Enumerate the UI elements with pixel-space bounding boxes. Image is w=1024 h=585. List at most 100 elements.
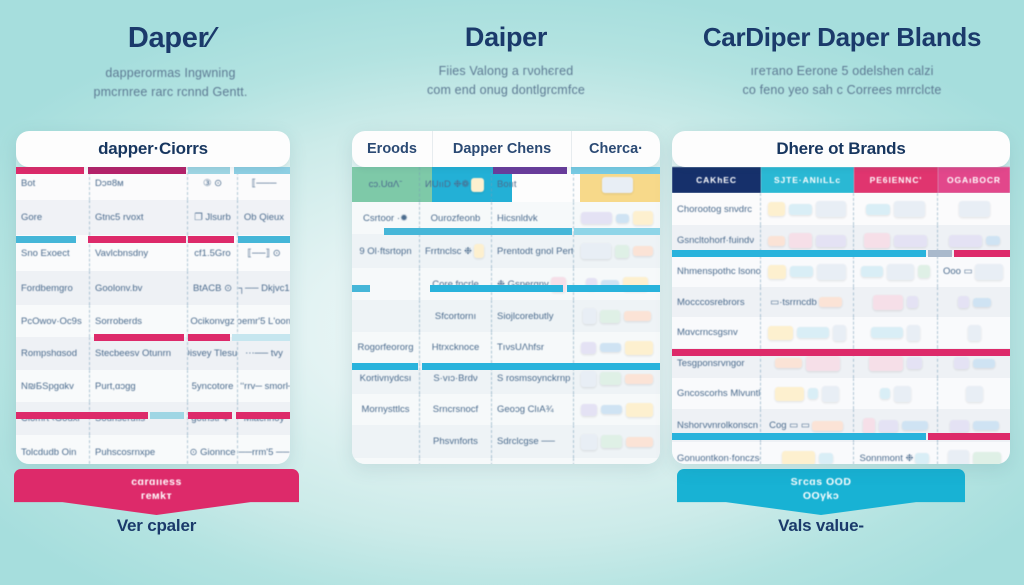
- cell-text: сɔ.UɑΛˉ: [368, 179, 403, 190]
- product-thumbnail: [633, 211, 653, 225]
- cell-text: Vavlcbnsdny: [95, 247, 149, 259]
- table-column-header[interactable]: OGAıBOCR: [938, 167, 1010, 193]
- table-row[interactable]: PсOwov·Oc9s Sorroberds OcikonvgzYoemr'5 L'…: [16, 305, 290, 337]
- accent-bar: [574, 228, 660, 235]
- table-row[interactable]: Mocccosrebrors ▭·tsrrncdb: [672, 287, 1010, 317]
- table-cell: Fordbemgro: [16, 271, 90, 305]
- product-thumbnail: [902, 421, 928, 430]
- cell-text: Sdrclcgse ──: [497, 436, 555, 447]
- table-cell: Goolonv.bv: [90, 271, 188, 305]
- table-row[interactable]: N₪БSpgɑkv Purt,ɑɔgg 5yncotore ┐‘‘rrv─ smorl…: [16, 370, 290, 402]
- table-row[interactable]: Fordbemgro Goolonv.bv BtACB ⊙ ┐── Dkjvc1: [16, 271, 290, 305]
- accent-bar: [16, 167, 84, 174]
- table-cell: Mornysttlcs: [352, 394, 420, 425]
- table-cell: Frrtnclsc ❉: [420, 234, 492, 268]
- table-cell: Sorroberds: [90, 305, 188, 337]
- table-row[interactable]: Mornysttlcs Srncrsnocf Geoɔg СlıA¾: [352, 394, 660, 425]
- table-row[interactable]: Tolсdudb Oin Puhsсosrnxpe ⊙ Gionnce ──rrm'5…: [16, 435, 290, 464]
- accent-bar: [571, 167, 660, 174]
- table-row[interactable]: Gncoscorhs Mlvuntlng: [672, 378, 1010, 409]
- accent-bar: [928, 250, 952, 257]
- accent-bar: [567, 285, 660, 292]
- table-row[interactable]: Mɑvcrncsgsnv: [672, 317, 1010, 348]
- hero-block-right: CarDiper Daper Blands ıгeтano Eerone 5 o…: [660, 22, 1024, 101]
- tab-broods[interactable]: Eroods: [352, 131, 433, 167]
- table-row[interactable]: Rogorfeororg Htrxcknoce TıνsUΛhfsr: [352, 332, 660, 363]
- product-thumbnail: [808, 388, 818, 399]
- table-cell: [854, 193, 938, 225]
- table-column-header[interactable]: CAKhEC: [672, 167, 761, 193]
- cell-text: BtACB ⊙: [192, 282, 233, 294]
- table-cell: PсOwov·Oc9s: [16, 305, 90, 337]
- table-row[interactable]: Gonuontkon·fonczsd Sonnmont ❉: [672, 442, 1010, 464]
- product-thumbnail: [774, 358, 802, 368]
- table-row[interactable]: Phsvnforts Sdrclcgse ──: [352, 425, 660, 458]
- hero-subtitle-middle: Fiies Valong a гνohєгed com end onug don…: [341, 62, 671, 101]
- table-row[interactable]: Core fncrle ❉ Gspergnv: [352, 268, 660, 300]
- table-cell: Purt,ɑɔgg: [90, 370, 188, 402]
- table-row[interactable]: Rompshɑsod Stecbeesv Otunrn Oisvey Tlesu1 ⋯…: [16, 337, 290, 370]
- cell-text: Htrxcknoce: [431, 342, 480, 353]
- accent-bar: [422, 363, 660, 370]
- product-thumbnail: [601, 435, 623, 448]
- table-cell: BtACB ⊙: [188, 271, 238, 305]
- table-row[interactable]: Chorootog ѕnνdrс: [672, 193, 1010, 225]
- product-thumbnail: [957, 296, 969, 308]
- table-row[interactable]: Nhmenspothc lsonoe Ooo ▭: [672, 256, 1010, 287]
- product-thumbnail: [600, 405, 622, 414]
- product-thumbnail: [958, 201, 990, 217]
- table-header-row-right: CAKhEC SJTE·ANIıLLc PE6IENNC' OGAıBOCR: [672, 167, 1010, 193]
- accent-bar: [928, 433, 1010, 440]
- table-row[interactable]: 9 Ol·ftsrtopn Frrtnclsc ❉ Prentodt gnol Pe…: [352, 234, 660, 268]
- product-thumbnail: [894, 201, 925, 217]
- panel-middle: Daiper Fiies Valong a гνohєгed com end o…: [341, 0, 965, 585]
- product-thumbnail: [886, 263, 914, 280]
- table-column-header[interactable]: SJTE·ANIıLLc: [761, 167, 854, 193]
- ribbon-banner-left: cɑrɑııеss гемkт: [14, 469, 299, 515]
- cell-text: cf1.5Gro: [194, 247, 231, 259]
- table-cell: ⋯── tvy: [238, 337, 290, 370]
- comparison-card-right: Dhere ot Brands CAKhEC SJTE·ANIıLLc PE6IEN…: [672, 131, 1010, 464]
- cell-text: Sfcortornı: [434, 310, 477, 322]
- table-cell: Phsvnforts: [420, 425, 492, 458]
- product-thumbnail: [894, 234, 927, 247]
- cell-text: Fordbemgro: [21, 282, 73, 294]
- product-thumbnail: [615, 244, 630, 258]
- accent-bar: [672, 349, 1010, 356]
- cell-text: Ηicsnldvk: [497, 212, 538, 224]
- product-thumbnail: [789, 233, 813, 248]
- cell-text: Tolсdudb Oin: [21, 446, 77, 458]
- table-cell: [574, 300, 660, 332]
- table-cell: [854, 287, 938, 317]
- table-column-header[interactable]: PE6IENNC': [854, 167, 938, 193]
- product-thumbnail: [861, 266, 883, 277]
- hero-title-left: Daper⁄: [127, 22, 214, 54]
- table-row[interactable]: Gore Gtnc5 rvoxt ❐ Jlsurb Ob Qieux: [16, 200, 290, 235]
- table-cell: ┐── Dkjvc1: [238, 271, 290, 305]
- accent-bar: [16, 236, 76, 243]
- cell-text: Gncoscorhs Mlvuntlng: [677, 388, 761, 399]
- table-row[interactable]: Gorr ChutgsvO·TfcoornostGovcnoocfr ❉: [352, 458, 660, 464]
- cell-text: 5yncotore: [191, 380, 234, 392]
- product-thumbnail: [864, 233, 890, 248]
- table-cell: Core fncrle: [420, 268, 492, 300]
- comparison-card-middle: Eroods Dapper Chens Cherca· сɔ.UɑΛˉ ИUııD…: [352, 131, 660, 464]
- cell-text: Gsncltohorf·fuindν: [677, 235, 755, 246]
- table-cell: 9 Ol·ftsrtopn: [352, 234, 420, 268]
- tab-dapper-chens[interactable]: Dapper Chens: [433, 131, 572, 167]
- product-thumbnail: [600, 372, 622, 385]
- product-thumbnail: [953, 357, 969, 369]
- product-thumbnail: [581, 341, 596, 354]
- table-cell: N₪БSpgɑkv: [16, 370, 90, 402]
- hero-subtitle-line-2: com end onug dontlgrcmfce: [426, 83, 585, 98]
- table-cell: Sonnmont ❉: [854, 442, 938, 464]
- table-cell: Prentodt gnol Pert: [492, 234, 574, 268]
- cell-text: Geoɔg СlıA¾: [497, 404, 554, 415]
- hero-subtitle-line-1: ıгeтano Eerone 5 odelshen calzi: [750, 64, 934, 78]
- table-cell: [854, 317, 938, 348]
- tab-cherca[interactable]: Cherca·: [572, 131, 660, 167]
- product-thumbnail: [822, 385, 839, 402]
- table-row[interactable]: Sfcortornı Siojlcorebutly: [352, 300, 660, 332]
- table-cell: [574, 332, 660, 363]
- product-thumbnail: [805, 355, 840, 371]
